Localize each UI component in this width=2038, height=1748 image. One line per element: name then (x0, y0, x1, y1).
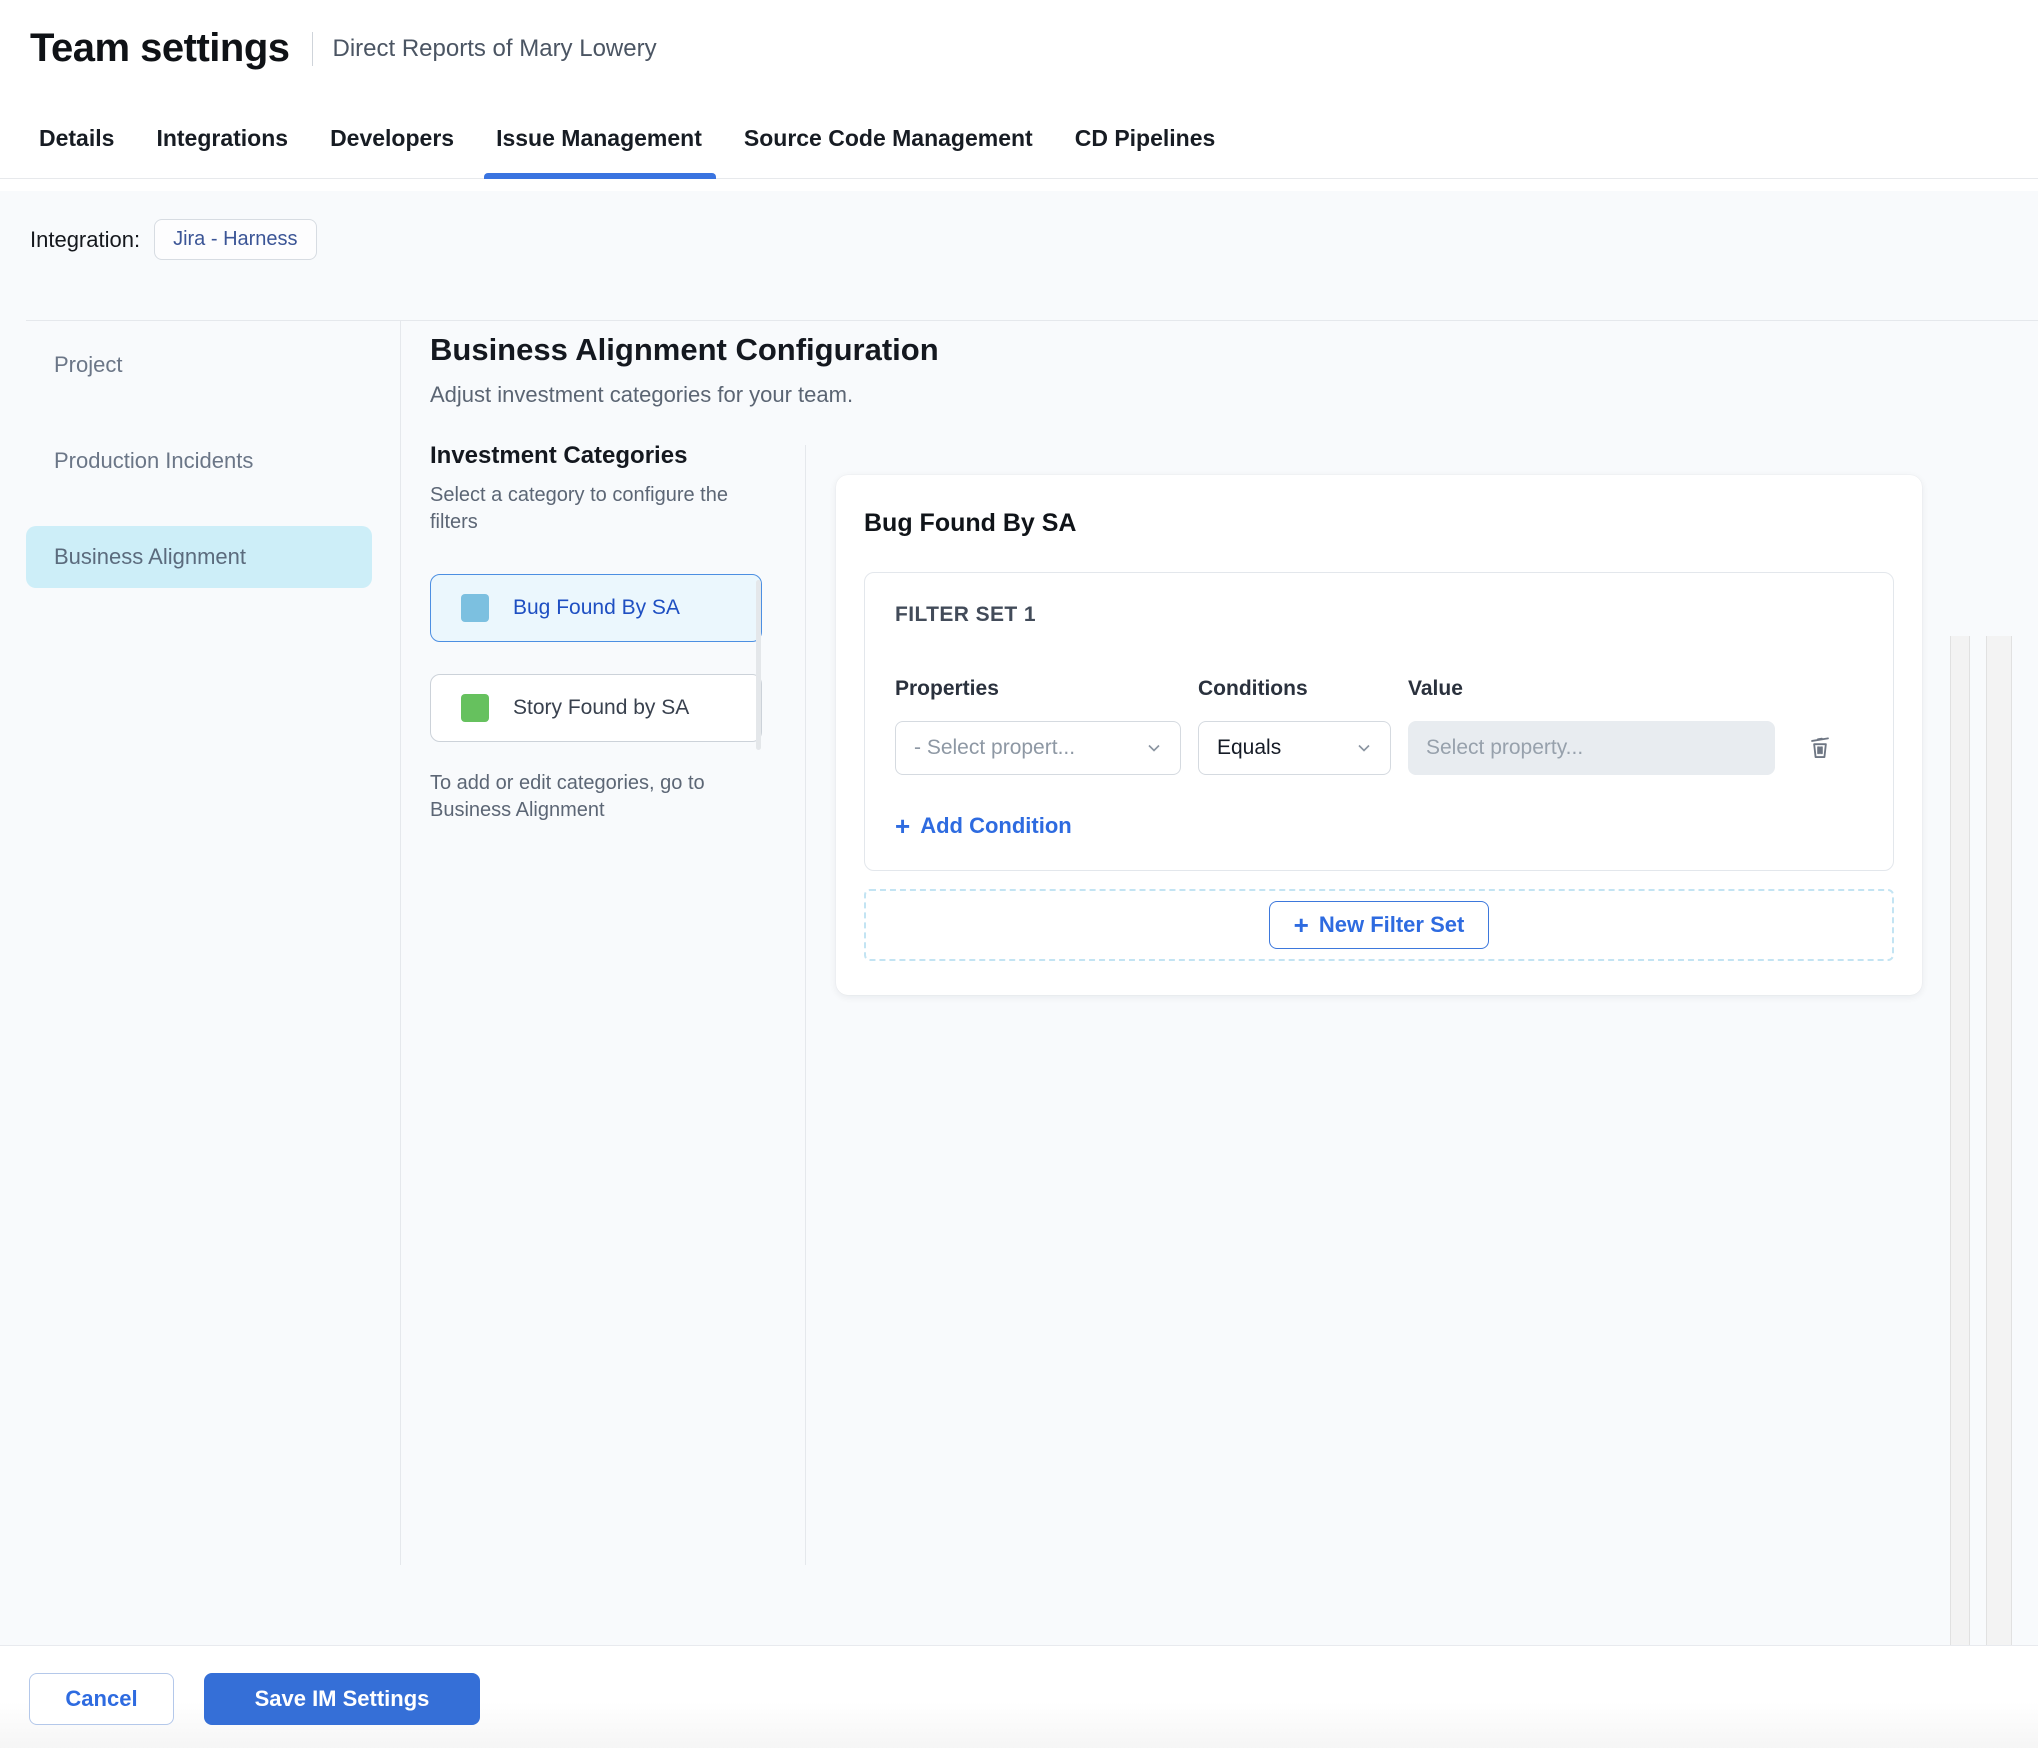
tab-label: Issue Management (496, 125, 702, 151)
category-label: Bug Found By SA (513, 596, 680, 619)
filter-set-box: FILTER SET 1 Properties Conditions Value… (864, 572, 1894, 871)
content-area: Integration: Jira - Harness Project Prod… (0, 191, 2038, 1748)
category-color-swatch (461, 594, 489, 622)
business-alignment-main: Business Alignment Configuration Adjust … (400, 320, 2038, 1645)
page-title: Team settings (30, 26, 290, 70)
sidebar-item-label: Production Incidents (54, 448, 254, 473)
tab-active-underline (484, 173, 716, 179)
categories-scrollbar[interactable] (756, 580, 761, 750)
footer-actions: Cancel Save IM Settings (0, 1646, 2038, 1725)
plus-icon: + (895, 811, 911, 841)
right-scroll-track[interactable] (1950, 636, 1970, 1748)
category-label: Story Found by SA (513, 696, 690, 719)
category-config-card: Bug Found By SA FILTER SET 1 Properties … (836, 475, 1922, 995)
tab-bar: Details Integrations Developers Issue Ma… (0, 71, 2038, 179)
categories-divider (805, 445, 806, 1565)
cancel-button[interactable]: Cancel (29, 1673, 174, 1725)
category-color-swatch (461, 694, 489, 722)
properties-select[interactable]: - Select propert... (895, 721, 1181, 775)
footer-bar: Cancel Save IM Settings (0, 1645, 2038, 1748)
tab-label: Integrations (156, 125, 289, 151)
title-divider (311, 31, 313, 66)
tab-issue-management[interactable]: Issue Management (484, 125, 716, 179)
condition-row: - Select propert... Equals (895, 721, 1863, 775)
chevron-down-icon (1148, 744, 1160, 752)
new-filter-set-zone: + New Filter Set (864, 889, 1894, 961)
chevron-down-icon (1358, 744, 1370, 752)
properties-select-value: - Select propert... (914, 736, 1076, 759)
trash-icon (1811, 736, 1829, 758)
delete-condition-button[interactable] (1802, 729, 1838, 768)
sidebar-item-business-alignment[interactable]: Business Alignment (26, 526, 372, 588)
page-header: Team settings Direct Reports of Mary Low… (0, 0, 2038, 71)
config-card-title: Bug Found By SA (864, 509, 1077, 537)
add-condition-label: Add Condition (920, 813, 1072, 838)
value-column-header: Value (1408, 677, 1463, 700)
sidebar-item-project[interactable]: Project (26, 334, 372, 396)
tab-details[interactable]: Details (39, 125, 114, 178)
plus-icon: + (1293, 910, 1309, 940)
sidebar-item-production-incidents[interactable]: Production Incidents (26, 430, 372, 492)
value-input[interactable] (1408, 721, 1775, 775)
team-settings-page: Team settings Direct Reports of Mary Low… (0, 0, 2038, 1748)
tab-source-code-management[interactable]: Source Code Management (744, 125, 1033, 178)
sidebar-item-label: Project (54, 352, 123, 377)
section-title: Business Alignment Configuration (430, 332, 939, 367)
category-bug-found-by-sa[interactable]: Bug Found By SA (430, 574, 762, 642)
condition-headers-row: Properties Conditions Value (895, 677, 1863, 701)
tab-label: Source Code Management (743, 125, 1033, 151)
conditions-select[interactable]: Equals (1198, 721, 1391, 775)
properties-column-header: Properties (895, 677, 999, 700)
conditions-column-header: Conditions (1198, 677, 1308, 700)
tab-developers[interactable]: Developers (330, 125, 454, 178)
tab-label: CD Pipelines (1074, 125, 1216, 151)
investment-categories-heading: Investment Categories (430, 442, 688, 469)
save-im-settings-button[interactable]: Save IM Settings (204, 1673, 480, 1725)
tab-label: Developers (330, 125, 455, 151)
page-subtitle: Direct Reports of Mary Lowery (332, 34, 657, 62)
investment-categories-column: Investment Categories Select a category … (430, 442, 780, 824)
tab-label: Details (39, 125, 115, 151)
section-subtitle: Adjust investment categories for your te… (430, 382, 854, 407)
new-filter-set-button[interactable]: + New Filter Set (1268, 901, 1490, 949)
tab-integrations[interactable]: Integrations (156, 125, 288, 178)
new-filter-set-label: New Filter Set (1318, 912, 1465, 937)
filter-set-label: FILTER SET 1 (895, 603, 1036, 626)
tab-cd-pipelines[interactable]: CD Pipelines (1075, 125, 1216, 178)
right-scroll-track[interactable] (1986, 636, 2012, 1748)
integration-row: Integration: Jira - Harness (0, 191, 2038, 260)
add-condition-button[interactable]: + Add Condition (895, 813, 1072, 839)
integration-chip[interactable]: Jira - Harness (154, 219, 317, 260)
conditions-select-value: Equals (1217, 736, 1282, 759)
investment-categories-description: Select a category to configure the filte… (430, 484, 728, 533)
integration-label: Integration: (30, 226, 141, 252)
sidebar-item-label: Business Alignment (54, 544, 246, 569)
categories-note: To add or edit categories, go to Busines… (430, 772, 705, 821)
category-story-found-by-sa[interactable]: Story Found by SA (430, 674, 762, 742)
settings-sidebar: Project Production Incidents Business Al… (0, 320, 400, 622)
